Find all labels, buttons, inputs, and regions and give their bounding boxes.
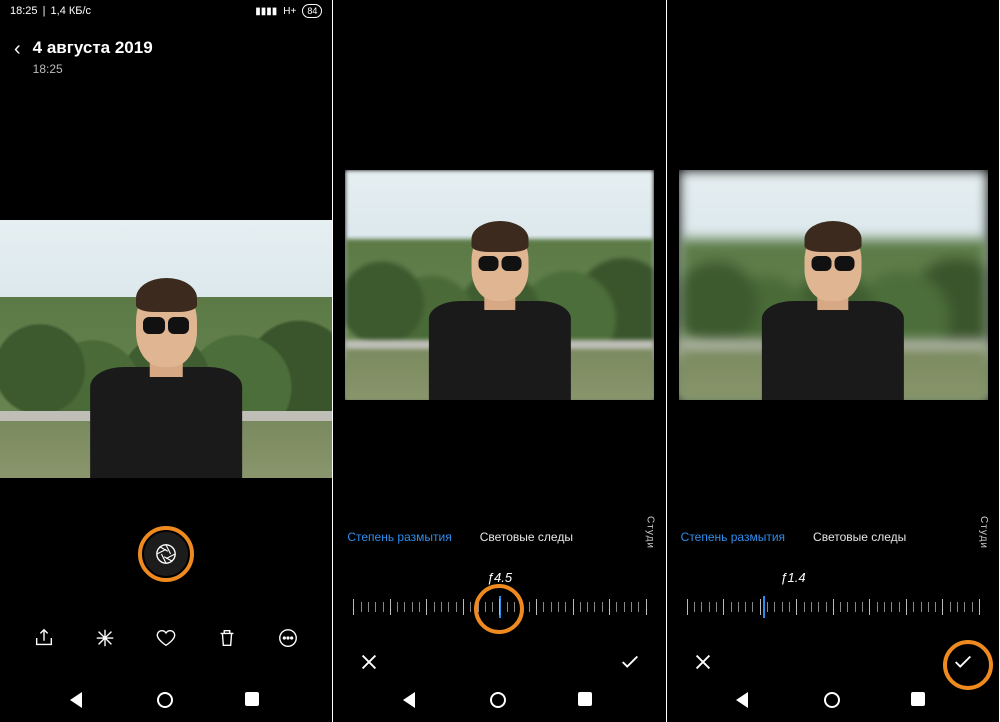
screen-blur-edit-low: Степень размытия Световые следы Студи ƒ1… — [667, 0, 1000, 722]
confirm-button[interactable] — [616, 648, 644, 676]
tab-light-trails[interactable]: Световые следы — [480, 530, 573, 544]
confirm-row — [667, 648, 999, 676]
favorite-button[interactable] — [153, 625, 179, 651]
aperture-icon — [155, 543, 177, 565]
nav-recent-button[interactable] — [578, 692, 596, 710]
delete-button[interactable] — [214, 625, 240, 651]
edit-tabs: Степень размытия Световые следы Студи — [667, 530, 999, 544]
aperture-slider[interactable] — [687, 598, 979, 620]
bottom-toolbar — [0, 625, 332, 651]
android-navbar — [333, 680, 665, 722]
photo-viewport[interactable] — [679, 170, 988, 400]
photo-time: 18:25 — [33, 62, 153, 76]
aperture-value: ƒ4.5 — [487, 570, 512, 585]
back-button[interactable]: ‹ — [14, 38, 21, 60]
nav-home-button[interactable] — [824, 692, 842, 710]
status-speed: 1,4 КБ/с — [51, 5, 92, 17]
share-button[interactable] — [31, 625, 57, 651]
photo-subject — [90, 277, 243, 478]
aperture-value: ƒ1.4 — [780, 570, 805, 585]
android-navbar — [667, 680, 999, 722]
battery-icon: 84 — [302, 4, 322, 18]
android-navbar — [0, 680, 332, 722]
tab-studio[interactable]: Студи — [978, 516, 989, 549]
nav-back-button[interactable] — [403, 692, 421, 710]
tab-light-trails[interactable]: Световые следы — [813, 530, 906, 544]
status-sep: | — [40, 5, 49, 17]
screen-gallery-view: 18:25 | 1,4 КБ/с ▮▮▮▮ H+ 84 ‹ 4 августа … — [0, 0, 333, 722]
photo-viewport[interactable] — [345, 170, 654, 400]
photo-date: 4 августа 2019 — [33, 38, 153, 58]
nav-home-button[interactable] — [157, 692, 175, 710]
aperture-slider[interactable] — [353, 598, 645, 620]
signal-icon: ▮▮▮▮ — [255, 6, 277, 17]
photo-subject — [762, 221, 904, 400]
network-type: H+ — [283, 6, 296, 17]
confirm-button[interactable] — [949, 648, 977, 676]
status-time: 18:25 — [10, 5, 38, 17]
nav-back-button[interactable] — [736, 692, 754, 710]
confirm-row — [333, 648, 665, 676]
nav-recent-button[interactable] — [911, 692, 929, 710]
slider-marker[interactable] — [763, 596, 765, 618]
photo-viewport[interactable] — [0, 220, 332, 478]
tab-blur[interactable]: Степень размытия — [681, 530, 785, 544]
header: ‹ 4 августа 2019 18:25 — [0, 22, 332, 86]
battery-level: 84 — [302, 4, 322, 18]
cancel-button[interactable] — [355, 648, 383, 676]
tab-blur[interactable]: Степень размытия — [347, 530, 451, 544]
photo-subject — [429, 221, 571, 400]
effects-button[interactable] — [92, 625, 118, 651]
screen-blur-edit-mid: Степень размытия Световые следы Студи ƒ4… — [333, 0, 666, 722]
nav-recent-button[interactable] — [245, 692, 263, 710]
cancel-button[interactable] — [689, 648, 717, 676]
nav-back-button[interactable] — [70, 692, 88, 710]
aperture-button[interactable] — [144, 532, 188, 576]
edit-tabs: Степень размытия Световые следы Студи — [333, 530, 665, 544]
tab-studio[interactable]: Студи — [645, 516, 656, 549]
status-bar: 18:25 | 1,4 КБ/с ▮▮▮▮ H+ 84 — [0, 0, 332, 22]
nav-home-button[interactable] — [490, 692, 508, 710]
more-button[interactable] — [275, 625, 301, 651]
